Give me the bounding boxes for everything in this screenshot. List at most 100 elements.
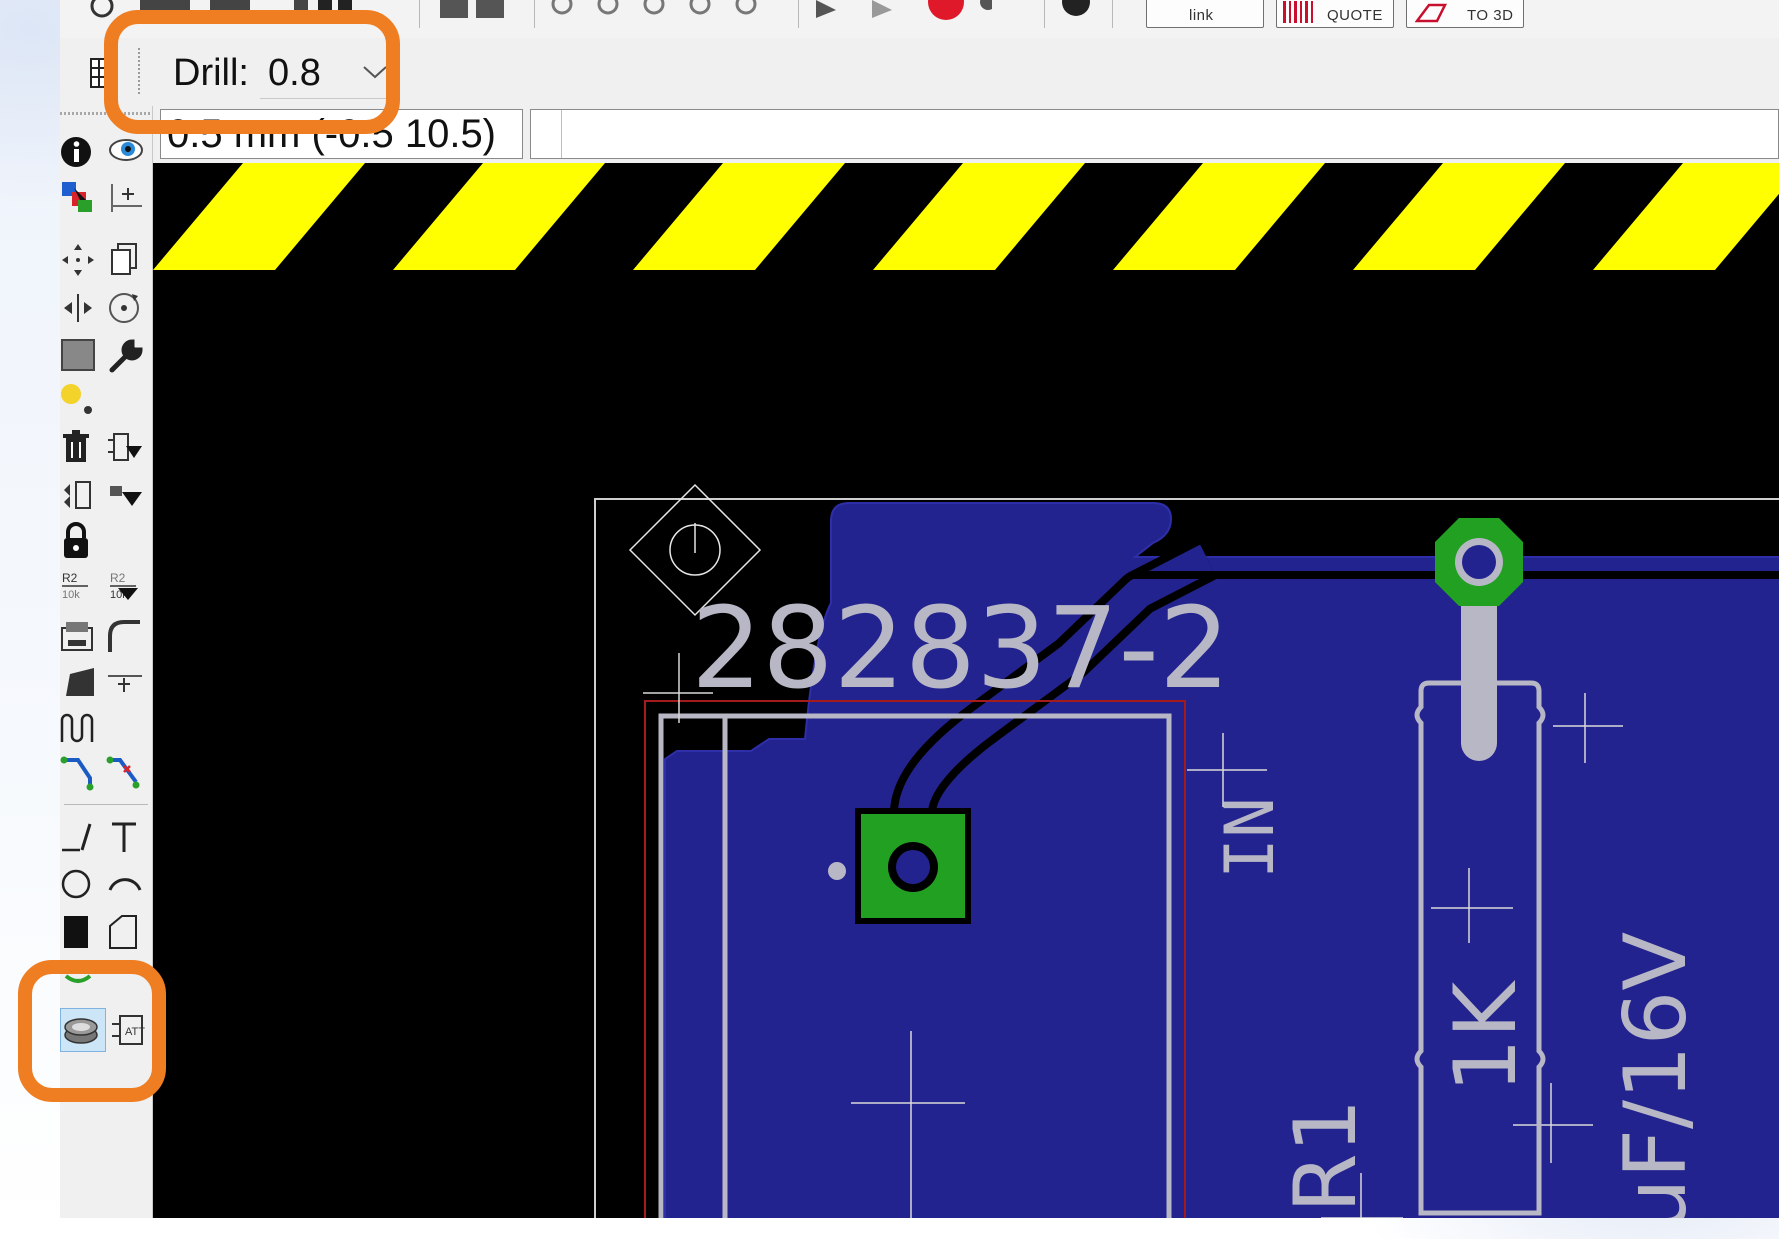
toolbar-separator — [138, 48, 140, 96]
copy-tool[interactable] — [106, 240, 146, 280]
wrench-icon — [109, 339, 143, 373]
command-toolbox: R2 10k R2 10k ATT — [60, 106, 153, 1218]
signal-icon — [64, 1018, 98, 1044]
board-drawing: 282837-2 IN R1 1K uF/16V — [153, 163, 1779, 1218]
group-tool[interactable] — [60, 336, 100, 376]
route-tool[interactable] — [60, 754, 100, 794]
group-icon — [61, 339, 95, 371]
wire-tool[interactable] — [60, 816, 100, 856]
info-icon — [61, 137, 91, 167]
grid-icon[interactable] — [90, 58, 116, 88]
smash-tool[interactable] — [60, 616, 100, 656]
part-value-label: 282837-2 — [691, 584, 1230, 714]
layer-icons[interactable] — [432, 0, 512, 24]
optimize-tool[interactable] — [106, 662, 146, 702]
main-toolbar: link QUOTE TO 3D — [60, 0, 1779, 39]
board-canvas[interactable]: 282837-2 IN R1 1K uF/16V — [153, 163, 1779, 1218]
coordinate-display: 0.5 mm (-0.5 10.5) — [160, 109, 523, 159]
trash-icon — [63, 430, 89, 462]
split-tool[interactable] — [60, 662, 100, 702]
polygon-icon — [109, 915, 137, 949]
mark-tool[interactable] — [106, 178, 146, 218]
mark-icon — [111, 184, 142, 212]
link-button[interactable]: link — [1146, 0, 1264, 28]
stop-icon[interactable] — [922, 0, 992, 24]
wire-icon — [62, 823, 92, 852]
pin1-marker — [828, 862, 846, 880]
undo-redo-icons[interactable] — [806, 0, 906, 24]
change-tool[interactable] — [106, 336, 146, 376]
rotate-tool[interactable] — [106, 288, 146, 328]
split-icon — [66, 668, 94, 696]
name-tool[interactable]: R2 10k — [60, 566, 100, 606]
ratsnest-tool[interactable] — [106, 476, 146, 516]
meander-tool[interactable] — [60, 708, 100, 748]
name-icon: R210k — [62, 571, 88, 601]
mirror-tool[interactable] — [60, 288, 100, 328]
paste-tool[interactable] — [60, 380, 100, 420]
text-icon — [112, 822, 136, 852]
to3d-button[interactable]: TO 3D — [1406, 0, 1524, 28]
show-tool[interactable] — [106, 132, 146, 172]
value-tool[interactable]: R2 10k — [106, 566, 146, 606]
ratsnest-icon — [110, 486, 142, 506]
mirror-icon — [64, 294, 92, 322]
hazard-stripe-band — [153, 163, 1779, 270]
rotate-icon — [109, 293, 139, 323]
svg-text:10k: 10k — [62, 589, 80, 601]
circle-tool[interactable] — [60, 864, 100, 904]
svg-text:R2: R2 — [62, 571, 78, 585]
parameter-toolbar: Drill: 0.8 — [60, 38, 1779, 107]
coordinate-readout: 0.5 mm (-0.5 10.5) — [167, 112, 497, 156]
replace-tool[interactable] — [60, 476, 100, 516]
rectangle-icon — [64, 916, 88, 948]
quote-button[interactable]: QUOTE — [1276, 0, 1394, 28]
rect-tool[interactable] — [60, 912, 100, 952]
copy-icon — [111, 243, 137, 275]
drill-label: Drill: — [173, 52, 249, 94]
svg-text:R2: R2 — [110, 571, 126, 585]
move-icon — [62, 244, 94, 276]
optimize-icon — [108, 675, 142, 692]
drill-value: 0.8 — [268, 52, 321, 94]
attribute-tool[interactable]: ATT — [110, 1010, 150, 1050]
chevron-down-icon — [363, 66, 387, 79]
display-layers-icon — [62, 182, 92, 212]
zoom-icons[interactable] — [544, 0, 794, 24]
info-tool[interactable] — [60, 132, 100, 172]
to3d-button-label: TO 3D — [1467, 7, 1514, 24]
drill-dropdown[interactable]: 0.8 — [260, 44, 396, 99]
ripup-tool[interactable] — [106, 754, 146, 794]
paste-icon — [61, 384, 92, 414]
value-icon: R210k — [110, 571, 138, 601]
svg-text:ATT: ATT — [125, 1026, 145, 1038]
smash-icon — [61, 622, 93, 651]
via-tool[interactable] — [60, 972, 100, 1012]
miter-tool[interactable] — [106, 616, 146, 656]
meander-icon — [60, 713, 94, 743]
globe-icon[interactable] — [1058, 0, 1098, 24]
via-icon — [64, 974, 92, 983]
text-tool[interactable] — [106, 816, 146, 856]
add-tool[interactable] — [106, 428, 146, 468]
label-r1: R1 — [1276, 1099, 1376, 1213]
signal-tool[interactable] — [60, 1008, 106, 1052]
move-tool[interactable] — [60, 240, 100, 280]
eagle-board-editor-window: link QUOTE TO 3D Drill: 0.8 0.5 mm (-0.5… — [60, 0, 1779, 1218]
quote-barcode-icon — [1283, 1, 1313, 23]
ripup-icon — [106, 756, 140, 789]
link-button-label: link — [1189, 7, 1214, 24]
replace-icon — [64, 481, 91, 509]
zoom-window-icon[interactable] — [84, 0, 124, 24]
delete-tool[interactable] — [60, 428, 100, 468]
circle-icon — [61, 869, 91, 899]
lock-tool[interactable] — [60, 522, 100, 562]
coordinate-bar: 0.5 mm (-0.5 10.5) — [152, 106, 1779, 163]
polygon-tool[interactable] — [106, 912, 146, 952]
quote-button-label: QUOTE — [1327, 7, 1383, 24]
display-layers-tool[interactable] — [60, 178, 100, 218]
arc-icon — [108, 878, 142, 891]
arc-tool[interactable] — [106, 864, 146, 904]
command-line-input[interactable] — [530, 109, 1779, 159]
label-cap-value: uF/16V — [1606, 932, 1706, 1218]
